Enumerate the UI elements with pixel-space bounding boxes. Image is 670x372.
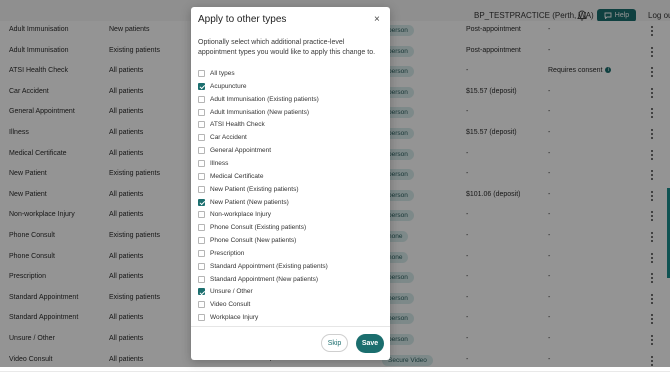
- type-option[interactable]: New Patient (Existing patients): [198, 184, 299, 194]
- option-label: General Appointment: [210, 147, 272, 155]
- option-label: Medical Certificate: [210, 172, 264, 180]
- type-option[interactable]: Car Accident: [198, 133, 247, 143]
- option-label: Unsure / Other: [210, 288, 253, 296]
- type-option[interactable]: Phone Consult (Existing patients): [198, 223, 306, 233]
- option-label: Phone Consult (Existing patients): [210, 224, 307, 232]
- option-label: Car Accident: [210, 134, 247, 142]
- type-option[interactable]: Non-workplace Injury: [198, 210, 271, 220]
- option-label: New Patient (New patients): [210, 198, 289, 206]
- option-label: Non-workplace Injury: [210, 211, 272, 219]
- type-option[interactable]: All types: [198, 69, 235, 79]
- checkbox[interactable]: [198, 70, 205, 77]
- type-option[interactable]: Unsure / Other: [198, 287, 253, 297]
- type-option[interactable]: Standard Appointment (New patients): [198, 274, 318, 284]
- checkbox[interactable]: [198, 159, 205, 167]
- type-option[interactable]: Standard Appointment (Existing patients): [198, 261, 328, 271]
- type-option[interactable]: Adult Immunisation (New patients): [198, 107, 309, 117]
- type-option[interactable]: Adult Immunisation (Existing patients): [198, 94, 319, 104]
- type-option[interactable]: Phone Consult (New patients): [198, 236, 296, 246]
- type-option[interactable]: New Patient (New patients): [198, 197, 289, 207]
- checkbox[interactable]: [198, 185, 205, 193]
- footer-divider: [191, 326, 390, 327]
- checkbox[interactable]: [198, 301, 205, 309]
- checkbox[interactable]: [198, 314, 205, 322]
- checkbox[interactable]: [198, 211, 205, 219]
- option-label: ATSI Health Check: [210, 121, 265, 129]
- type-option[interactable]: General Appointment: [198, 146, 271, 156]
- option-label: Prescription: [210, 249, 245, 257]
- option-label: Adult Immunisation (Existing patients): [210, 95, 319, 103]
- option-label: Standard Appointment (New patients): [210, 275, 319, 283]
- option-label: All types: [210, 70, 235, 77]
- checkbox[interactable]: [198, 275, 205, 283]
- option-label: Standard Appointment (Existing patients): [210, 262, 328, 270]
- option-label: Workplace Injury: [210, 314, 259, 322]
- option-label: Acupuncture: [210, 82, 247, 90]
- type-option[interactable]: Illness: [198, 158, 228, 168]
- apply-to-other-types-dialog: Apply to other types × Optionally select…: [191, 7, 390, 360]
- type-option[interactable]: Medical Certificate: [198, 171, 263, 181]
- option-label: New Patient (Existing patients): [210, 185, 299, 193]
- checkbox[interactable]: [198, 134, 205, 142]
- checkbox[interactable]: [198, 198, 205, 206]
- type-option[interactable]: Acupuncture: [198, 81, 247, 91]
- checkbox[interactable]: [198, 82, 205, 90]
- skip-button[interactable]: Skip: [321, 334, 348, 352]
- checkbox[interactable]: [198, 108, 205, 116]
- option-label: Phone Consult (New patients): [210, 237, 297, 245]
- close-icon[interactable]: ×: [374, 14, 380, 25]
- option-label: Illness: [210, 159, 229, 167]
- dialog-title: Apply to other types: [198, 14, 287, 25]
- option-label: Adult Immunisation (New patients): [210, 108, 309, 116]
- checkbox[interactable]: [198, 224, 205, 232]
- type-option[interactable]: Workplace Injury: [198, 313, 258, 323]
- checkbox[interactable]: [198, 288, 205, 296]
- type-option[interactable]: ATSI Health Check: [198, 120, 265, 130]
- dialog-description: Optionally select which additional pract…: [198, 39, 376, 56]
- checkbox[interactable]: [198, 172, 205, 180]
- checkbox[interactable]: [198, 121, 205, 129]
- checkbox[interactable]: [198, 95, 205, 103]
- option-label: Video Consult: [210, 301, 251, 309]
- checkbox[interactable]: [198, 147, 205, 155]
- type-option[interactable]: Video Consult: [198, 300, 250, 310]
- checkbox[interactable]: [198, 237, 205, 245]
- checkbox[interactable]: [198, 249, 205, 257]
- type-option[interactable]: Prescription: [198, 248, 244, 258]
- checkbox[interactable]: [198, 262, 205, 270]
- save-button[interactable]: Save: [356, 334, 384, 353]
